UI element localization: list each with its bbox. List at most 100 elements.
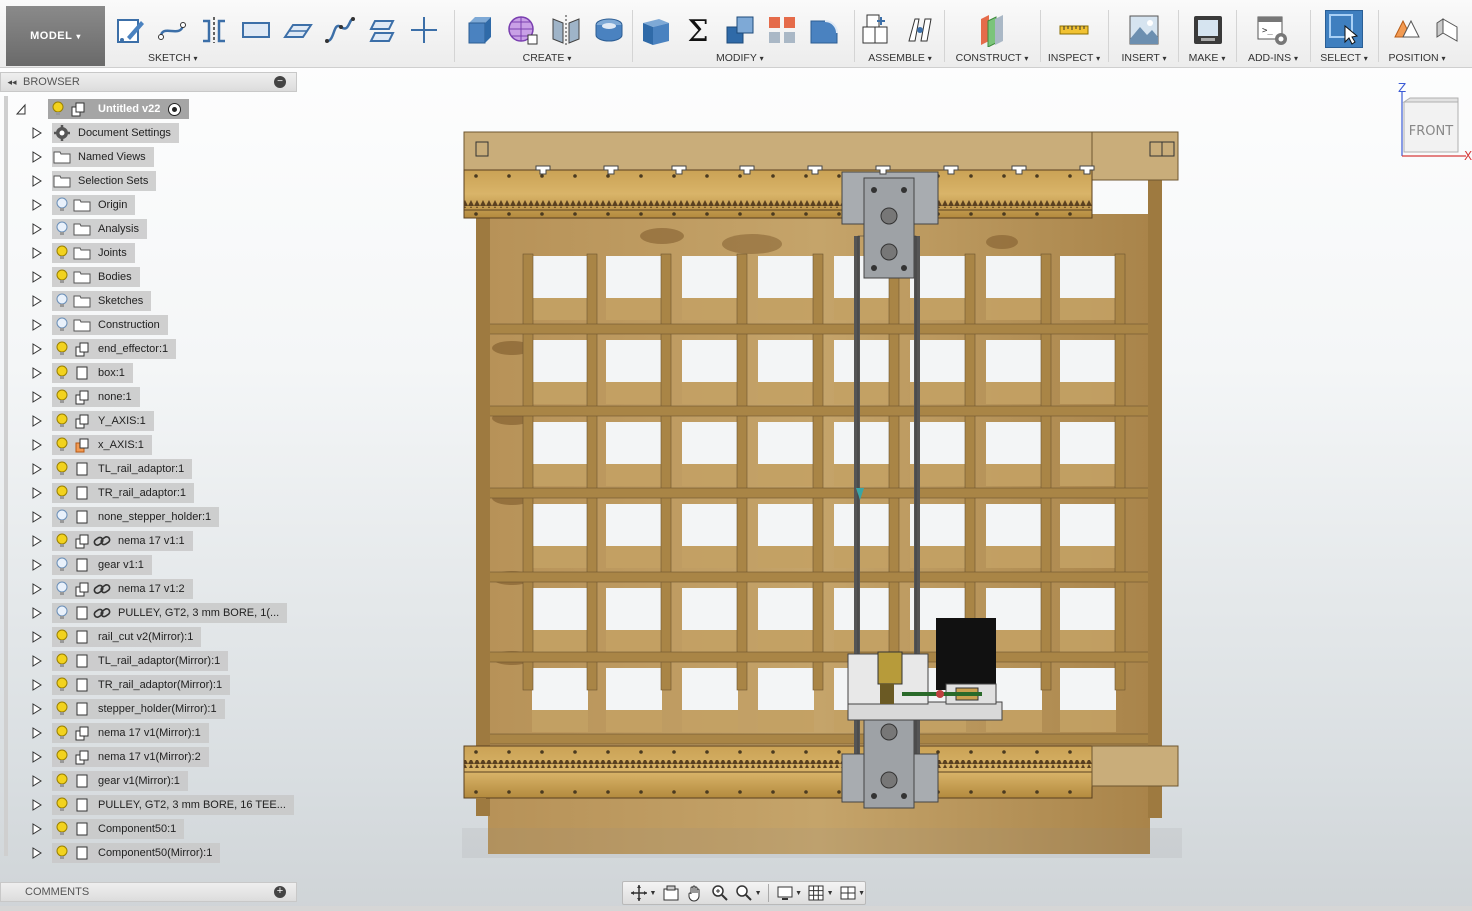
construct-menu[interactable]: CONSTRUCT ▾ — [950, 52, 1034, 64]
expand-triangle-icon[interactable] — [30, 294, 44, 308]
tree-item[interactable]: Origin — [30, 194, 136, 216]
expand-triangle-icon[interactable] — [30, 774, 44, 788]
sum-icon[interactable]: Σ — [680, 12, 716, 48]
midplane-icon[interactable] — [974, 12, 1010, 48]
expand-triangle-icon[interactable] — [30, 390, 44, 404]
tree-item[interactable]: Bodies — [30, 266, 140, 288]
visibility-bulb-icon[interactable] — [52, 267, 72, 287]
tree-node[interactable]: end_effector:1 — [52, 339, 177, 359]
tree-node[interactable]: rail_cut v2(Mirror):1 — [52, 627, 202, 647]
expand-triangle-icon[interactable] — [30, 510, 44, 524]
add-comment-button[interactable]: + — [274, 886, 286, 898]
grid-icon[interactable] — [806, 883, 827, 903]
display-settings-icon[interactable] — [775, 883, 796, 903]
minimize-browser-button[interactable]: − — [274, 76, 286, 88]
plane-sketch-icon[interactable] — [280, 12, 316, 48]
tree-item[interactable]: Joints — [30, 242, 135, 264]
visibility-bulb-icon[interactable] — [52, 723, 72, 743]
tree-node[interactable]: nema 17 v1(Mirror):2 — [52, 747, 209, 767]
expand-triangle-icon[interactable] — [30, 702, 44, 716]
box-icon[interactable] — [462, 12, 498, 48]
workspace-switcher-button[interactable]: MODEL ▾ — [6, 6, 105, 66]
look-at-icon[interactable] — [660, 883, 681, 903]
expand-triangle-icon[interactable] — [30, 174, 44, 188]
pan-icon[interactable] — [685, 883, 706, 903]
capture-position-icon[interactable] — [1388, 12, 1424, 48]
tree-item[interactable]: gear v1:1 — [30, 554, 152, 576]
collapse-panel-icon[interactable]: ◂◂ — [1, 77, 23, 88]
tree-item[interactable]: Component50(Mirror):1 — [30, 842, 221, 864]
visibility-bulb-icon[interactable] — [52, 795, 72, 815]
joint-icon[interactable] — [902, 12, 938, 48]
sketch-menu[interactable]: SKETCH ▾ — [108, 52, 452, 64]
tree-item[interactable]: Construction — [30, 314, 168, 336]
pattern-icon[interactable] — [764, 12, 800, 48]
viewcube[interactable]: Z X FRONT — [1396, 80, 1472, 160]
tree-node[interactable]: Document Settings — [52, 123, 179, 143]
visibility-bulb-icon[interactable] — [52, 843, 72, 863]
browser-scrollbar[interactable] — [4, 96, 8, 856]
combine-icon[interactable] — [722, 12, 758, 48]
tree-node[interactable]: Component50(Mirror):1 — [52, 843, 221, 863]
offset-plane-icon[interactable] — [364, 12, 400, 48]
tree-item[interactable]: gear v1(Mirror):1 — [30, 770, 188, 792]
tree-node[interactable]: Named Views — [52, 147, 154, 167]
tree-node[interactable]: TL_rail_adaptor:1 — [52, 459, 193, 479]
chevron-down-icon[interactable]: ▼ — [858, 890, 865, 897]
expand-triangle-icon[interactable] — [30, 318, 44, 332]
form-mirror-icon[interactable] — [548, 12, 584, 48]
visibility-bulb-icon[interactable] — [52, 219, 72, 239]
activate-radio-icon[interactable] — [168, 102, 182, 116]
assemble-menu[interactable]: ASSEMBLE ▾ — [858, 52, 942, 64]
tree-item[interactable]: TL_rail_adaptor:1 — [30, 458, 193, 480]
inspect-menu[interactable]: INSPECT ▾ — [1044, 52, 1104, 64]
tree-item[interactable]: x_AXIS:1 — [30, 434, 152, 456]
root-component[interactable]: Untitled v22 — [48, 99, 190, 119]
tree-node[interactable]: none:1 — [52, 387, 140, 407]
visibility-bulb-icon[interactable] — [52, 531, 72, 551]
visibility-bulb-icon[interactable] — [52, 507, 72, 527]
tree-node[interactable]: PULLEY, GT2, 3 mm BORE, 16 TEE... — [52, 795, 294, 815]
measure-icon[interactable] — [1056, 12, 1092, 48]
visibility-bulb-icon[interactable] — [52, 411, 72, 431]
chevron-down-icon[interactable]: ▼ — [755, 890, 762, 897]
tree-item[interactable]: nema 17 v1:1 — [30, 530, 193, 552]
print-3d-icon[interactable] — [1190, 12, 1226, 48]
tree-item[interactable]: TR_rail_adaptor(Mirror):1 — [30, 674, 231, 696]
tree-item[interactable]: stepper_holder(Mirror):1 — [30, 698, 225, 720]
tree-node[interactable]: Sketches — [52, 291, 152, 311]
tree-node[interactable]: nema 17 v1:2 — [52, 579, 193, 599]
tree-item[interactable]: PULLEY, GT2, 3 mm BORE, 1(... — [30, 602, 288, 624]
tree-item[interactable]: Selection Sets — [30, 170, 157, 192]
expand-triangle-icon[interactable] — [30, 534, 44, 548]
visibility-bulb-icon[interactable] — [52, 387, 72, 407]
visibility-bulb-icon[interactable] — [52, 483, 72, 503]
expand-triangle-icon[interactable] — [30, 342, 44, 356]
zoom-icon[interactable] — [710, 883, 731, 903]
tree-node[interactable]: Y_AXIS:1 — [52, 411, 154, 431]
position-icon[interactable] — [1432, 12, 1468, 48]
tree-item[interactable]: Y_AXIS:1 — [30, 410, 154, 432]
expand-triangle-icon[interactable] — [30, 462, 44, 476]
rectangle-icon[interactable] — [238, 12, 274, 48]
orbit-icon[interactable] — [629, 883, 650, 903]
expand-triangle-icon[interactable] — [30, 126, 44, 140]
expand-triangle-icon[interactable] — [30, 558, 44, 572]
visibility-bulb-icon[interactable] — [52, 459, 72, 479]
position-menu[interactable]: POSITION ▾ — [1382, 52, 1452, 64]
tree-item[interactable]: box:1 — [30, 362, 133, 384]
tree-node[interactable]: Component50:1 — [52, 819, 185, 839]
visibility-bulb-icon[interactable] — [52, 699, 72, 719]
tree-item[interactable]: Component50:1 — [30, 818, 185, 840]
expand-triangle-icon[interactable] — [30, 246, 44, 260]
tree-item[interactable]: nema 17 v1:2 — [30, 578, 193, 600]
visibility-bulb-icon[interactable] — [52, 555, 72, 575]
make-menu[interactable]: MAKE ▾ — [1182, 52, 1232, 64]
expand-triangle-icon[interactable] — [30, 150, 44, 164]
expand-triangle-icon[interactable] — [30, 366, 44, 380]
expand-triangle-icon[interactable] — [30, 822, 44, 836]
tree-item[interactable]: Analysis — [30, 218, 147, 240]
tree-node[interactable]: stepper_holder(Mirror):1 — [52, 699, 225, 719]
tree-item[interactable]: Document Settings — [30, 122, 179, 144]
visibility-bulb-icon[interactable] — [52, 627, 72, 647]
